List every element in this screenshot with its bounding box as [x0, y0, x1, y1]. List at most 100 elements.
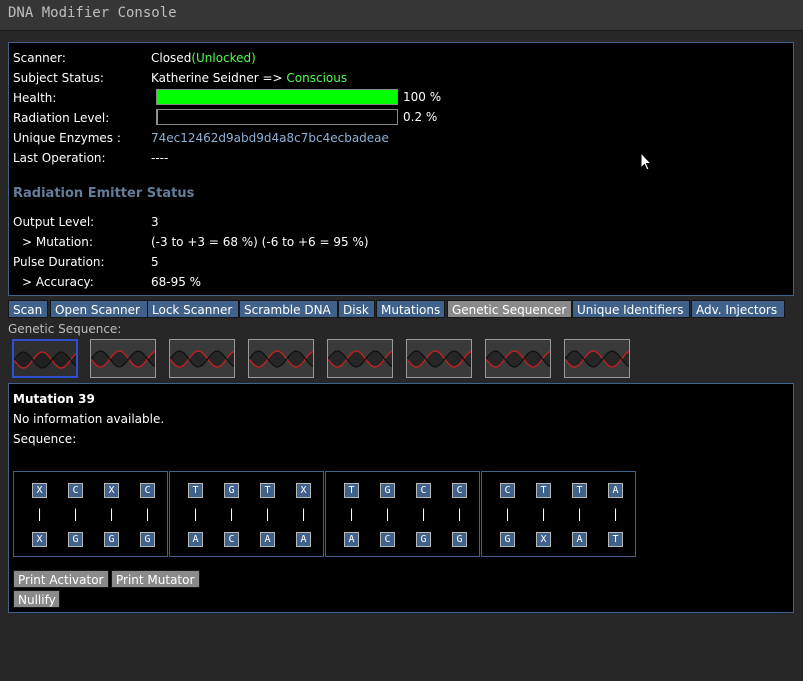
dna-block-thumbnail[interactable] — [248, 339, 314, 378]
base-pair-link: | — [421, 507, 426, 521]
sequence-block: T | A G | C C | G C | G — [325, 471, 480, 557]
status-panel: Scanner: Closed(Unlocked) Subject Status… — [8, 42, 794, 296]
base-bottom[interactable]: A — [260, 532, 275, 547]
base-bottom[interactable]: A — [344, 532, 359, 547]
sequence-block: X | X C | G X | G C | G — [13, 471, 168, 557]
base-pair-link: | — [229, 507, 234, 521]
tab-open-scanner[interactable]: Open Scanner — [50, 300, 149, 318]
subject-name: Katherine Seidner => — [151, 71, 283, 85]
mouse-cursor-icon — [640, 152, 653, 171]
base-top[interactable]: C — [500, 483, 515, 498]
base-top[interactable]: X — [296, 483, 311, 498]
base-top[interactable]: C — [68, 483, 83, 498]
subject-state: Conscious — [286, 71, 348, 85]
dna-block-thumbnail[interactable] — [485, 339, 551, 378]
base-bottom[interactable]: X — [32, 532, 47, 547]
tab-disk[interactable]: Disk — [338, 300, 375, 318]
base-bottom[interactable]: C — [380, 532, 395, 547]
base-pair-link: | — [505, 507, 510, 521]
scanner-lock-state: (Unlocked) — [191, 51, 256, 65]
sequence-label: Sequence: — [13, 432, 77, 446]
tab-scramble-dna[interactable]: Scramble DNA — [239, 300, 338, 318]
enzymes-value: 74ec12462d9abd9d4a8c7bc4ecbadeae — [151, 131, 389, 145]
base-bottom[interactable]: A — [188, 532, 203, 547]
dna-block-thumbnail[interactable] — [90, 339, 156, 378]
health-value: 100 % — [403, 90, 442, 104]
base-bottom[interactable]: X — [536, 532, 551, 547]
base-top[interactable]: T — [344, 483, 359, 498]
tab-scan[interactable]: Scan — [8, 300, 48, 318]
accuracy-value: 68-95 % — [151, 275, 202, 289]
base-top[interactable]: C — [140, 483, 155, 498]
genetic-sequence-label: Genetic Sequence: — [8, 322, 122, 336]
last-op-label: Last Operation: — [13, 151, 106, 165]
base-bottom[interactable]: G — [416, 532, 431, 547]
base-top[interactable]: T — [260, 483, 275, 498]
last-op-value: ---- — [151, 151, 169, 165]
dna-block-thumbnail[interactable] — [169, 339, 235, 378]
subject-value: Katherine Seidner => Conscious — [151, 70, 347, 86]
pulse-label: Pulse Duration: — [13, 255, 105, 269]
health-bar-fill — [157, 90, 397, 104]
base-top[interactable]: C — [416, 483, 431, 498]
base-pair-link: | — [349, 507, 354, 521]
mutation-detail-panel: Mutation 39 No information available. Se… — [8, 383, 794, 613]
base-top[interactable]: G — [224, 483, 239, 498]
base-bottom[interactable]: G — [500, 532, 515, 547]
base-top[interactable]: T — [188, 483, 203, 498]
print-activator-button[interactable]: Print Activator — [13, 570, 109, 588]
base-bottom[interactable]: G — [104, 532, 119, 547]
base-bottom[interactable]: A — [572, 532, 587, 547]
base-pair-link: | — [265, 507, 270, 521]
base-pair-link: | — [37, 507, 42, 521]
base-pair-link: | — [145, 507, 150, 521]
base-bottom[interactable]: G — [452, 532, 467, 547]
base-bottom[interactable]: A — [296, 532, 311, 547]
base-pair-link: | — [109, 507, 114, 521]
tab-adv-injectors[interactable]: Adv. Injectors — [691, 300, 785, 318]
base-top[interactable]: X — [104, 483, 119, 498]
dna-block-thumbnail[interactable] — [564, 339, 630, 378]
base-pair-link: | — [457, 507, 462, 521]
base-pair-link: | — [193, 507, 198, 521]
nullify-button[interactable]: Nullify — [13, 590, 60, 608]
sequence-block: C | G T | X T | A A | T — [481, 471, 636, 557]
subject-label: Subject Status: — [13, 71, 104, 85]
tab-unique-identifiers[interactable]: Unique Identifiers — [572, 300, 690, 318]
base-top[interactable]: C — [452, 483, 467, 498]
mutation-info: No information available. — [13, 412, 165, 426]
mutation-title: Mutation 39 — [13, 392, 95, 406]
tab-lock-scanner[interactable]: Lock Scanner — [147, 300, 239, 318]
print-mutator-button[interactable]: Print Mutator — [111, 570, 200, 588]
sequence-block: T | A G | C T | A X | A — [169, 471, 324, 557]
mutation-value: (-3 to +3 = 68 %) (-6 to +6 = 95 %) — [151, 235, 369, 249]
emitter-section-title: Radiation Emitter Status — [13, 186, 195, 201]
scanner-value: Closed(Unlocked) — [151, 50, 256, 66]
dna-block-thumbnail[interactable] — [12, 339, 78, 378]
base-bottom[interactable]: C — [224, 532, 239, 547]
dna-block-thumbnail[interactable] — [406, 339, 472, 378]
base-top[interactable]: G — [380, 483, 395, 498]
base-top[interactable]: T — [536, 483, 551, 498]
pulse-value: 5 — [151, 255, 159, 269]
base-pair-link: | — [385, 507, 390, 521]
base-top[interactable]: X — [32, 483, 47, 498]
base-top[interactable]: T — [572, 483, 587, 498]
base-top[interactable]: A — [608, 483, 623, 498]
tab-genetic-sequencer[interactable]: Genetic Sequencer — [447, 300, 572, 318]
scanner-state: Closed — [151, 51, 192, 65]
title-bar: DNA Modifier Console — [0, 0, 803, 31]
base-bottom[interactable]: G — [68, 532, 83, 547]
base-pair-link: | — [301, 507, 306, 521]
health-label: Health: — [13, 91, 57, 105]
radiation-bar — [156, 109, 398, 125]
base-bottom[interactable]: T — [608, 532, 623, 547]
base-pair-link: | — [577, 507, 582, 521]
health-bar — [156, 89, 398, 105]
base-bottom[interactable]: G — [140, 532, 155, 547]
accuracy-label: > Accuracy: — [22, 275, 94, 289]
output-value: 3 — [151, 215, 159, 229]
mutation-label: > Mutation: — [22, 235, 93, 249]
dna-block-thumbnail[interactable] — [327, 339, 393, 378]
tab-mutations[interactable]: Mutations — [376, 300, 445, 318]
